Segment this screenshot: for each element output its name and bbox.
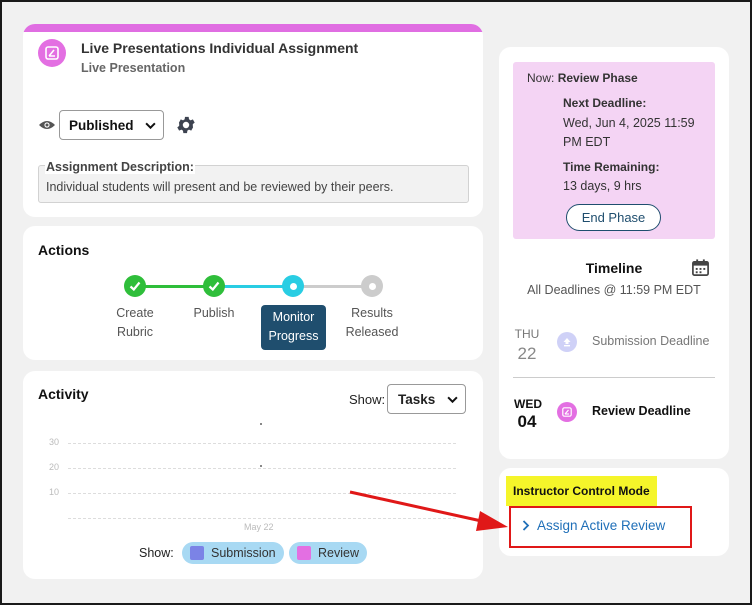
next-deadline-value: Wed, Jun 4, 2025 11:59 PM EDT [563, 116, 695, 149]
assignment-title: Live Presentations Individual Assignment [81, 40, 359, 56]
legend-show-label: Show: [139, 546, 174, 560]
step-publish-label: Publish [184, 304, 244, 323]
timeline-divider [513, 377, 715, 378]
step-results-released-label: Results Released [340, 304, 404, 342]
assignment-card: Live Presentations Individual Assignment… [23, 24, 483, 217]
next-deadline-label: Next Deadline: [563, 96, 647, 110]
assign-active-review-link[interactable]: Assign Active Review [522, 518, 665, 533]
current-phase: Now: Review Phase [527, 71, 638, 85]
activity-filter-select[interactable]: Tasks [387, 384, 466, 414]
assignment-type: Live Presentation [81, 61, 186, 75]
timeline-item-name: Submission Deadline [592, 334, 710, 348]
timeline-item-name: Review Deadline [592, 404, 691, 418]
step-label-line: Publish [193, 306, 235, 320]
y-tick: 10 [49, 487, 60, 497]
activity-filter-value: Tasks [398, 391, 436, 407]
grid-line [68, 443, 456, 444]
grid-line [68, 468, 456, 469]
step-results-released-dot-icon [361, 275, 383, 297]
step-label-line: Released [345, 325, 399, 339]
x-tick: May 22 [244, 522, 274, 532]
timeline-subtitle: All Deadlines @ 11:59 PM EDT [527, 283, 701, 297]
presentation-icon [38, 39, 66, 67]
activity-show-label: Show: [349, 392, 386, 407]
instructor-control-mode-label: Instructor Control Mode [506, 476, 657, 506]
step-publish-check-icon [203, 275, 225, 297]
activity-card: Activity Show: Tasks 30 20 10 May 22 Sho… [23, 371, 483, 579]
publish-status-value: Published [69, 117, 134, 133]
step-label-line: Create [116, 306, 154, 320]
chart-point [260, 465, 262, 467]
step-monitor-progress-button[interactable]: Monitor Progress [261, 305, 326, 350]
chart-point [260, 423, 262, 425]
phase-timeline-card: Now: Review Phase Next Deadline: Wed, Ju… [499, 47, 729, 459]
timeline-day: THU [514, 327, 540, 341]
calendar-icon[interactable] [691, 258, 710, 282]
step-monitor-progress-dot-icon [282, 275, 304, 297]
eye-icon [38, 118, 56, 136]
activity-title: Activity [38, 386, 89, 402]
step-label-line: Monitor [272, 310, 315, 324]
assignment-description-text: Individual students will present and be … [46, 180, 394, 194]
step-label-line: Rubric [116, 325, 154, 339]
step-create-rubric-label: Create Rubric [105, 304, 165, 342]
timeline-date: 22 [517, 344, 537, 363]
grid-line [68, 493, 456, 494]
legend-swatch [297, 546, 311, 560]
legend-submission-toggle[interactable]: Submission [182, 542, 284, 564]
y-tick: 20 [49, 462, 60, 472]
end-phase-button[interactable]: End Phase [566, 204, 661, 231]
chevron-down-icon [145, 122, 156, 130]
presentation-icon [557, 402, 577, 422]
assignment-description-box: Assignment Description: Individual stude… [38, 160, 469, 203]
assign-active-review-highlight: Assign Active Review [509, 506, 692, 548]
current-phase-prefix: Now: [527, 71, 555, 85]
y-tick: 30 [49, 437, 60, 447]
timeline-day: WED [514, 397, 542, 411]
assignment-description-label: Assignment Description: [45, 160, 195, 174]
timeline-date: 04 [517, 412, 537, 431]
time-remaining-value: 13 days, 9 hrs [563, 179, 642, 193]
publish-status-select[interactable]: Published [59, 110, 164, 140]
legend-label: Review [318, 546, 359, 560]
chevron-right-icon [522, 520, 530, 531]
assign-active-review-text: Assign Active Review [537, 518, 666, 533]
legend-review-toggle[interactable]: Review [289, 542, 367, 564]
instructor-control-card: Instructor Control Mode Assign Active Re… [499, 468, 729, 556]
current-phase-box: Now: Review Phase Next Deadline: Wed, Ju… [513, 62, 715, 239]
chevron-down-icon [447, 396, 458, 404]
step-create-rubric-check-icon [124, 275, 146, 297]
legend-swatch [190, 546, 204, 560]
assignment-accent-bar [23, 24, 483, 32]
actions-card: Actions Create Rubric Publish Monitor Pr… [23, 226, 483, 360]
legend-label: Submission [211, 546, 276, 560]
gear-icon[interactable] [175, 114, 197, 141]
grid-line [68, 518, 456, 519]
app-frame: Live Presentations Individual Assignment… [0, 0, 752, 605]
actions-title: Actions [38, 242, 90, 258]
step-label-line: Progress [268, 329, 319, 343]
time-remaining-label: Time Remaining: [563, 160, 660, 174]
upload-icon [557, 332, 577, 352]
step-label-line: Results [351, 306, 393, 320]
current-phase-value: Review Phase [557, 71, 638, 85]
